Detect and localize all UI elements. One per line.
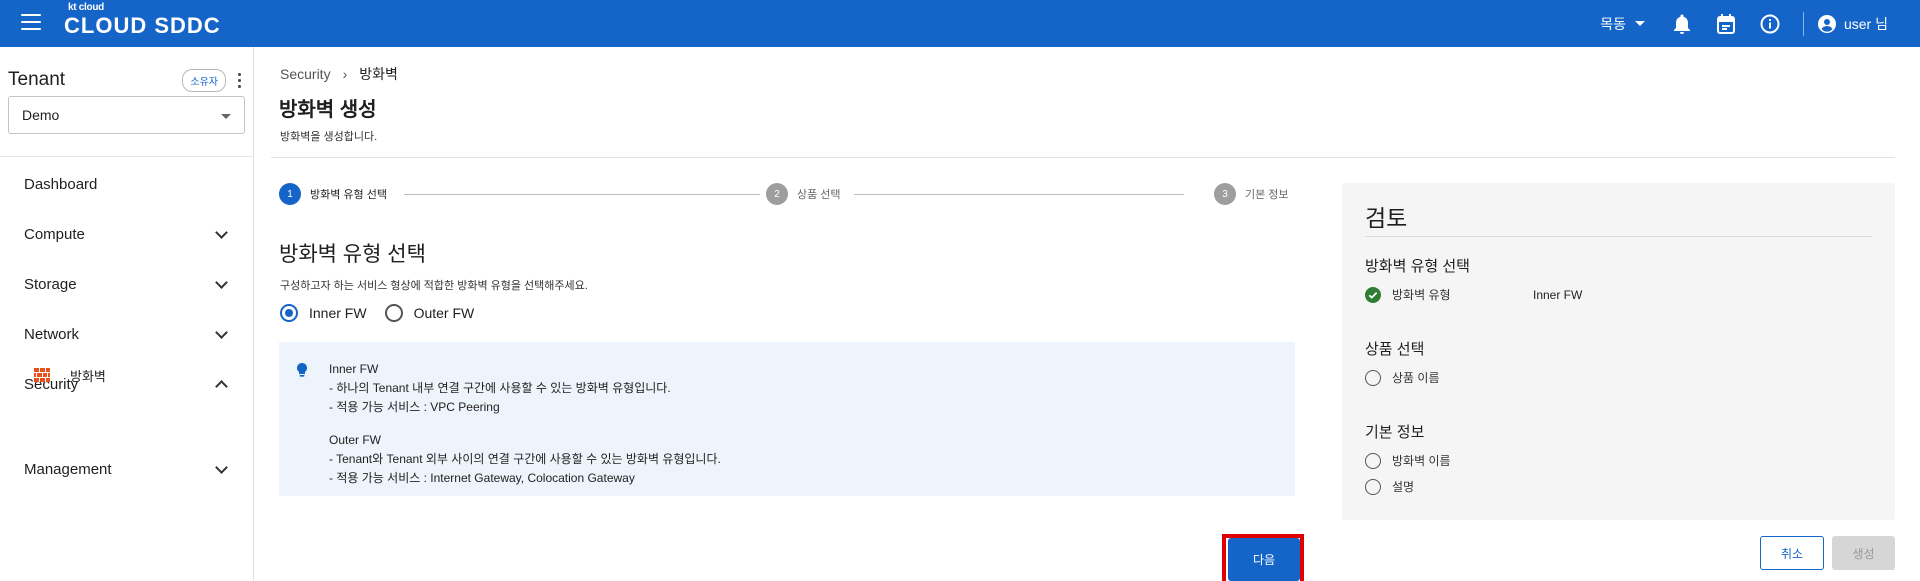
review-row-label: 상품 이름	[1392, 371, 1440, 385]
review-row-value: Inner FW	[1533, 287, 1583, 302]
caret-down-icon	[221, 114, 231, 119]
review-row-description: 설명	[1365, 478, 1414, 495]
radio-inner-fw[interactable]: Inner FW	[280, 304, 367, 322]
sidebar-item-label: Dashboard	[24, 175, 98, 193]
step-1: 1 방화벽 유형 선택	[279, 183, 387, 205]
chevron-down-icon	[215, 460, 228, 474]
firewall-type-radio-group: Inner FW Outer FW	[280, 304, 492, 322]
tenant-select-value: Demo	[22, 107, 60, 123]
radio-outer-fw[interactable]: Outer FW	[384, 304, 475, 322]
more-vert-icon[interactable]	[234, 71, 244, 89]
header-divider	[271, 157, 1895, 158]
review-row-label: 설명	[1392, 480, 1415, 494]
sidebar-item-label: Compute	[24, 225, 85, 243]
step-number: 2	[766, 183, 788, 205]
radio-unchecked-icon	[1365, 452, 1381, 469]
radio-checked-icon	[280, 304, 298, 322]
calendar-icon[interactable]	[1715, 13, 1737, 35]
review-title: 검토	[1365, 205, 1408, 231]
radio-unchecked-icon	[384, 304, 403, 322]
caret-down-icon	[1634, 21, 1645, 26]
cancel-button[interactable]: 취소	[1760, 536, 1824, 570]
step-label: 방화벽 유형 선택	[310, 189, 387, 201]
logo[interactable]: kt cloud CLOUD SDDC	[64, 3, 221, 39]
review-row-fw-name: 방화벽 이름	[1365, 452, 1451, 469]
account-icon	[1817, 14, 1836, 33]
page-subtitle: 방화벽을 생성합니다.	[280, 131, 378, 143]
header-divider	[1802, 11, 1804, 36]
sidebar-item-network[interactable]: Network	[24, 319, 230, 349]
radio-label: Outer FW	[413, 305, 475, 321]
logo-small-text: kt cloud	[68, 2, 104, 13]
tenant-title: Tenant	[8, 69, 66, 90]
info-outer-line: - 적용 가능 서비스 : Internet Gateway, Colocati…	[329, 471, 635, 485]
sidebar-item-dashboard[interactable]: Dashboard	[24, 169, 230, 199]
info-inner-line: - 적용 가능 서비스 : VPC Peering	[329, 400, 500, 414]
chevron-down-icon	[215, 225, 228, 239]
next-button[interactable]: 다음	[1228, 538, 1300, 581]
chevron-down-icon	[215, 325, 228, 339]
user-name: user 님	[1843, 15, 1888, 32]
review-group-heading: 상품 선택	[1365, 341, 1425, 358]
radio-unchecked-icon	[1365, 369, 1381, 386]
check-circle-icon	[1365, 286, 1381, 303]
info-icon[interactable]	[1759, 13, 1781, 35]
sidebar: Tenant 소유자 Demo Dashboard Compute Storag…	[0, 47, 254, 581]
step-label: 기본 정보	[1245, 189, 1289, 201]
review-divider	[1365, 236, 1872, 237]
step-label: 상품 선택	[797, 189, 841, 201]
chevron-right-icon: ›	[342, 66, 348, 82]
sidebar-item-label: Management	[24, 460, 112, 478]
info-box: Inner FW - 하나의 Tenant 내부 연결 구간에 사용할 수 있는…	[279, 342, 1295, 496]
create-button[interactable]: 생성	[1832, 536, 1895, 570]
owner-badge: 소유자	[182, 68, 226, 92]
review-row-label: 방화벽 이름	[1392, 454, 1451, 468]
tenant-select[interactable]: Demo	[8, 96, 245, 134]
sidebar-subitem-firewall[interactable]: 방화벽	[34, 363, 106, 387]
radio-label: Inner FW	[309, 305, 367, 321]
step-2: 2 상품 선택	[766, 183, 841, 205]
user-menu[interactable]: user 님	[1817, 14, 1888, 34]
info-inner-line: - 하나의 Tenant 내부 연결 구간에 사용할 수 있는 방화벽 유형입니…	[329, 381, 671, 395]
lightbulb-icon	[297, 363, 307, 377]
review-row-product-name: 상품 이름	[1365, 369, 1440, 386]
step-number: 3	[1214, 183, 1236, 205]
review-row-label: 방화벽 유형	[1392, 288, 1451, 302]
chevron-up-icon	[215, 379, 228, 393]
region-select[interactable]: 목동	[1600, 14, 1645, 34]
sidebar-item-compute[interactable]: Compute	[24, 219, 230, 249]
sidebar-item-storage[interactable]: Storage	[24, 269, 230, 299]
radio-unchecked-icon	[1365, 478, 1381, 495]
step-number: 1	[279, 183, 301, 205]
section-title: 방화벽 유형 선택	[279, 243, 426, 266]
section-description: 구성하고자 하는 서비스 형상에 적합한 방화벽 유형을 선택해주세요.	[280, 280, 588, 292]
region-label: 목동	[1600, 15, 1626, 32]
step-connector	[854, 194, 1184, 195]
info-outer-heading: Outer FW	[329, 433, 382, 447]
info-outer-line: - Tenant와 Tenant 외부 사이의 연결 구간에 사용할 수 있는 …	[329, 452, 721, 466]
sidebar-item-label: Storage	[24, 275, 77, 293]
step-connector	[404, 194, 760, 195]
info-inner-heading: Inner FW	[329, 362, 379, 376]
review-group-heading: 방화벽 유형 선택	[1365, 258, 1470, 275]
review-group-heading: 기본 정보	[1365, 424, 1425, 441]
step-3: 3 기본 정보	[1214, 183, 1289, 205]
page-title: 방화벽 생성	[279, 99, 377, 121]
logo-big-text: CLOUD SDDC	[64, 13, 221, 38]
menu-icon[interactable]	[21, 14, 41, 32]
breadcrumb-current: 방화벽	[359, 66, 398, 82]
sidebar-item-label: Network	[24, 325, 80, 343]
firewall-icon	[34, 368, 50, 382]
sidebar-divider	[0, 156, 253, 157]
chevron-down-icon	[215, 275, 228, 289]
stepper: 1 방화벽 유형 선택 2 상품 선택 3 기본 정보	[279, 183, 1295, 205]
breadcrumb-security[interactable]: Security	[280, 66, 331, 82]
review-row-fw-type: 방화벽 유형 Inner FW	[1365, 286, 1582, 303]
top-bar: kt cloud CLOUD SDDC 목동 user 님	[0, 0, 1920, 47]
review-panel: 검토 방화벽 유형 선택 방화벽 유형 Inner FW 상품 선택 상품 이름…	[1342, 183, 1895, 520]
sidebar-subitem-label: 방화벽	[70, 368, 106, 384]
breadcrumb: Security › 방화벽	[280, 64, 398, 84]
bell-icon[interactable]	[1671, 13, 1693, 35]
sidebar-item-management[interactable]: Management	[24, 454, 230, 484]
